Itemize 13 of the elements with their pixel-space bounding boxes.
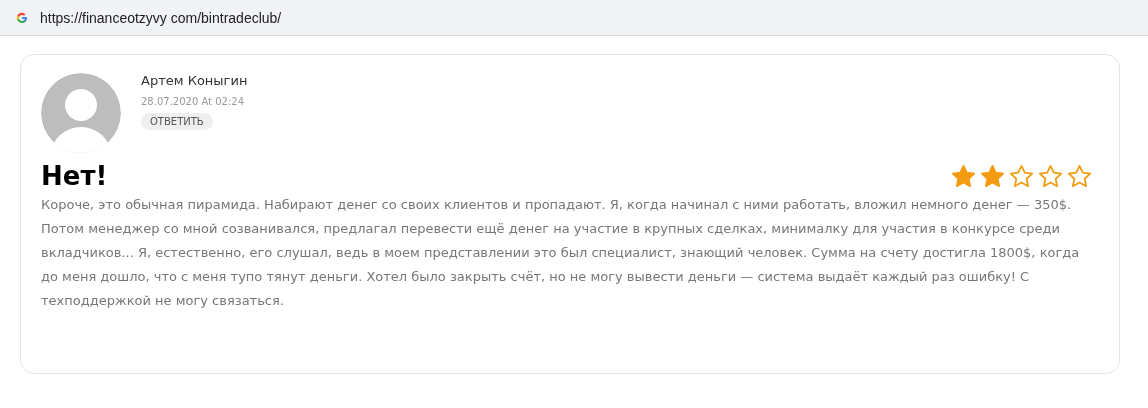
review-text: Короче, это обычная пирамида. Набирают денег со своих клиентов и пропадают. Я, когда начинал с ними работать, вложил немного денег — 350$. Потом менеджер со мной созванивался, предлагал перевести ещё денег на участие в крупных сделках, минималку для участия в конкурсе среди вкладчиков... Я, естественно, его слушал, ведь в моем представлении это был специалист, знающий человек. Сумма на счету достигла 1800$, когда до меня дошло, что с меня тупо тянут деньги. Хотел было закрыть счёт, но не могу вывести деньги — система выдаёт каждый раз ошибку! С техподдержкой не могу связаться. bbox=[41, 196, 1081, 310]
avatar-icon bbox=[41, 73, 121, 153]
google-logo-icon bbox=[16, 11, 28, 24]
empty-star-icon bbox=[1037, 162, 1064, 190]
url-text[interactable]: https://financeotzyvy com/bintradeclub/ bbox=[40, 9, 282, 26]
filled-star-icon bbox=[979, 162, 1006, 190]
author-name: Артем Коныгин bbox=[141, 73, 248, 88]
filled-star-icon bbox=[950, 162, 977, 190]
review-date: 28.07.2020 At 02:24 bbox=[141, 96, 245, 107]
empty-star-icon bbox=[1008, 162, 1035, 190]
reply-button[interactable]: ОТВЕТИТЬ bbox=[141, 113, 213, 130]
review-title: Нет! bbox=[41, 161, 108, 191]
empty-star-icon bbox=[1066, 162, 1093, 190]
